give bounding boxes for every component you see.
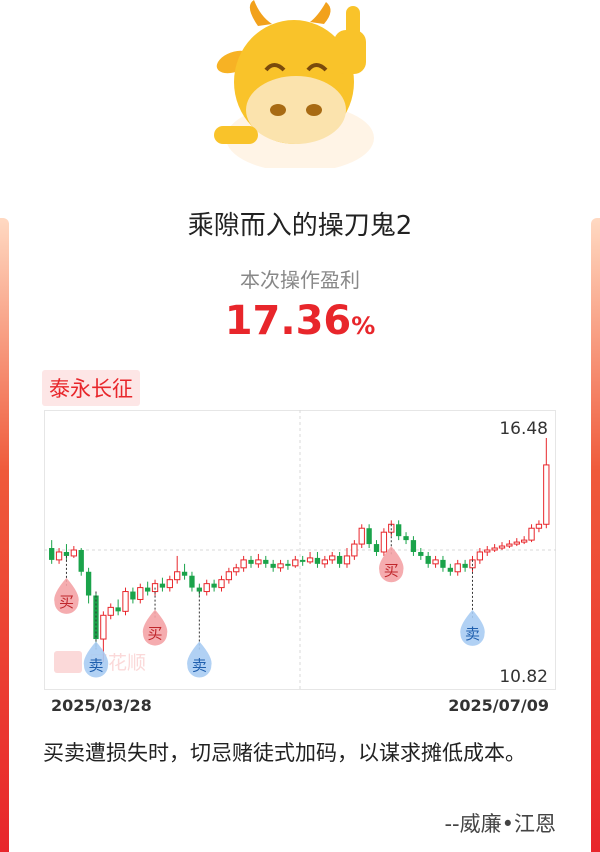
candle-body [240,559,247,569]
cow-mascot-icon [214,0,374,168]
sell-marker-label: 卖 [88,657,103,675]
profit-unit: % [351,312,376,340]
candle-body [498,545,506,549]
candle-body [396,524,402,537]
candle-body [513,541,520,545]
candle-body [203,583,210,593]
candle-body [196,587,202,592]
candle-body [380,531,388,553]
buy-marker-label: 买 [384,561,399,579]
candle-body [115,607,121,612]
candle-body [63,551,70,556]
sell-marker-label: 卖 [192,657,207,675]
candle-body [440,559,446,568]
candle-body [263,559,269,564]
candle-body [454,563,461,573]
y-min-label: 10.82 [499,667,548,687]
candle-body [351,543,358,557]
candle-body [418,551,424,556]
candle-body [225,571,233,581]
candle-body [174,571,181,581]
candle-body [336,555,343,564]
candle-body [366,528,372,545]
candle-body [292,559,299,567]
candle-body [145,587,151,592]
candle-body [159,583,166,588]
y-max-label: 16.48 [499,419,548,439]
candle-body [329,555,336,561]
candle-body [535,523,543,529]
candle-body [211,583,217,588]
candle-body [373,544,380,552]
candle-body [343,555,351,565]
buy-marker-label: 买 [59,593,74,611]
candle-body [181,571,188,576]
candle-body [255,559,262,565]
candle-body [218,579,225,589]
candle-body [166,579,173,589]
candle-body [358,527,365,545]
kline-chart: 同花顺 16.48 10.82 买卖买卖买卖 [44,410,556,690]
candle-body [528,527,535,541]
candle-body [78,550,84,572]
candle-body [233,567,240,573]
candle-body [314,557,321,564]
candle-body [306,557,314,563]
candle-body [277,563,284,569]
candle-body [521,539,528,543]
candle-body [425,555,431,564]
candle-body [410,540,417,552]
buy-marker-label: 买 [148,625,163,643]
candle-body [543,464,550,525]
candle-body [484,549,491,553]
candle-body [506,543,513,547]
candle-body [122,591,129,612]
candle-body [300,559,306,562]
profit-label: 本次操作盈利 [240,268,360,292]
candle-body [107,606,114,616]
candle-body [137,587,144,600]
page-title: 乘隙而入的操刀鬼2 [187,211,413,241]
candle-body [55,551,63,561]
stock-name-tag: 泰永长征 [42,370,140,406]
quote-text: 买卖遭损失时，切忌赌徒式加码，以谋求摊低成本。 [43,741,526,765]
candle-body [70,549,77,557]
candle-body [100,614,107,640]
profit-value: 17.36% [0,298,600,344]
start-date: 2025/03/28 [51,696,152,715]
candle-body [321,559,328,565]
candle-body [270,563,276,568]
quote-author: --威廉•江恩 [444,812,556,836]
sell-marker-label: 卖 [465,625,480,643]
candle-body [403,536,409,541]
candle-body [248,559,254,564]
candle-body [189,575,195,588]
candle-body [432,559,439,565]
candle-body [491,547,498,551]
candle-body [285,563,291,566]
candle-body [447,567,453,572]
candle-body [476,551,484,561]
candle-body [462,563,468,568]
candle-body [130,591,136,600]
candle-body [49,548,55,560]
candle-body [85,571,92,596]
end-date: 2025/07/09 [448,696,549,715]
profit-number: 17.36 [224,298,352,344]
